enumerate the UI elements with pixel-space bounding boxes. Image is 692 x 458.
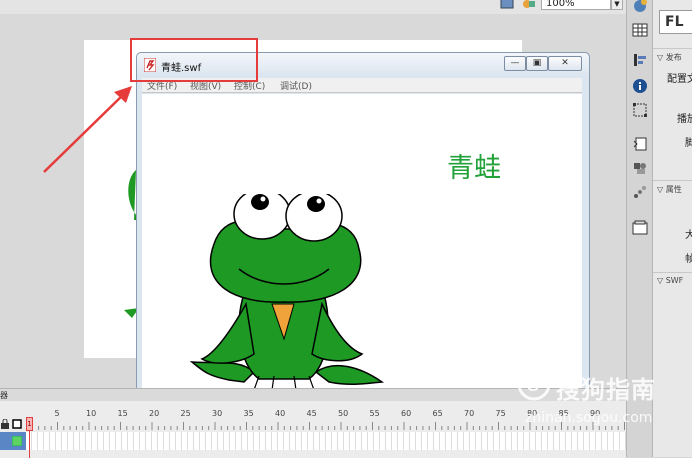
minimize-icon: —	[510, 58, 520, 68]
attributes-section-header[interactable]: ▽ 属性	[657, 184, 682, 195]
timeline-tick-label: 30	[212, 409, 223, 418]
divider	[653, 48, 692, 49]
timeline-tick-label: 10	[86, 409, 97, 418]
timeline-header-label: 器	[0, 391, 8, 400]
player-content: 青蛙	[142, 94, 582, 411]
properties-header: FL	[659, 10, 692, 34]
color-icon[interactable]	[632, 0, 648, 16]
timeline-tick-label: 20	[149, 409, 160, 418]
timeline-tick-label: 40	[275, 409, 286, 418]
align-icon[interactable]	[632, 52, 648, 68]
profile-label: 配置文	[667, 74, 692, 85]
divider	[653, 272, 692, 273]
properties-panel: FL ▽ 发布 配置文 播放 脚 ▽ 属性 大 帧 ▽ SWF	[652, 0, 692, 457]
close-icon: ✕	[561, 58, 569, 68]
transform-icon[interactable]	[632, 102, 648, 118]
frog-left-arm	[200, 301, 255, 364]
maximize-button[interactable]: ▣	[526, 56, 548, 71]
timeline-tick-label: 15	[117, 409, 128, 418]
close-button[interactable]: ✕	[548, 56, 582, 71]
library-icon[interactable]	[632, 220, 648, 236]
player-label: 播放	[677, 114, 692, 125]
watermark-url: zhinan.sogou.com	[525, 410, 653, 426]
maximize-icon: ▣	[532, 58, 542, 68]
zoom-select[interactable]: 100%	[541, 0, 611, 10]
timeline-tick-label: 5	[54, 409, 60, 418]
lock-icon[interactable]	[0, 419, 10, 429]
playhead[interactable]: 1	[26, 417, 33, 431]
timeline-tick-label: 60	[401, 409, 412, 418]
frog-right-pupil	[307, 196, 325, 212]
timeline-tick-label: 65	[432, 409, 443, 418]
publish-section-header[interactable]: ▽ 发布	[657, 52, 682, 63]
frog-head	[209, 220, 362, 303]
info-icon[interactable]	[632, 78, 648, 94]
swatches-icon[interactable]	[632, 22, 648, 38]
components-icon[interactable]	[632, 160, 648, 176]
timeline-tick-label: 70	[464, 409, 475, 418]
frog-left-leg	[189, 361, 256, 383]
playhead-line	[29, 431, 30, 458]
timeline-tick-label: 75	[495, 409, 506, 418]
script-label: 脚	[685, 138, 692, 149]
timeline-tick-label: 25	[180, 409, 191, 418]
minimize-button[interactable]: —	[504, 56, 526, 71]
timeline-tick-label: 55	[369, 409, 380, 418]
annotation-highlight-box	[130, 38, 258, 82]
timeline-frames[interactable]	[26, 432, 626, 450]
watermark-text: 搜狗指南	[556, 376, 656, 404]
layer-row[interactable]	[0, 432, 26, 450]
svg-text:S: S	[527, 375, 539, 395]
layer-color-icon	[12, 436, 22, 446]
divider	[653, 180, 692, 181]
frog-illustration	[189, 194, 384, 391]
code-snippets-icon[interactable]	[632, 136, 648, 152]
timeline-tick-label: 45	[306, 409, 317, 418]
flash-player-window: 青蛙.swf — ▣ ✕ 文件(F) 视图(V) 控制(C) 调试(D) 青蛙	[136, 52, 590, 418]
frog-left-pupil	[251, 194, 269, 210]
motion-presets-icon[interactable]	[632, 184, 648, 200]
frog-title-text: 青蛙	[447, 153, 501, 184]
edit-scene-icon[interactable]	[500, 0, 514, 10]
sogou-logo-icon: S	[517, 367, 551, 401]
outline-icon[interactable]	[12, 419, 22, 429]
chevron-down-icon[interactable]: ▼	[611, 0, 623, 10]
swf-section-header[interactable]: ▽ SWF	[657, 276, 683, 285]
timeline-tick-label: 35	[243, 409, 254, 418]
menu-debug[interactable]: 调试(D)	[280, 79, 312, 92]
edit-symbol-icon[interactable]	[522, 0, 536, 10]
size-label: 大	[685, 230, 692, 241]
fps-label: 帧	[685, 254, 692, 265]
frog-right-leg	[314, 364, 384, 386]
timeline-tick-label: 50	[338, 409, 349, 418]
